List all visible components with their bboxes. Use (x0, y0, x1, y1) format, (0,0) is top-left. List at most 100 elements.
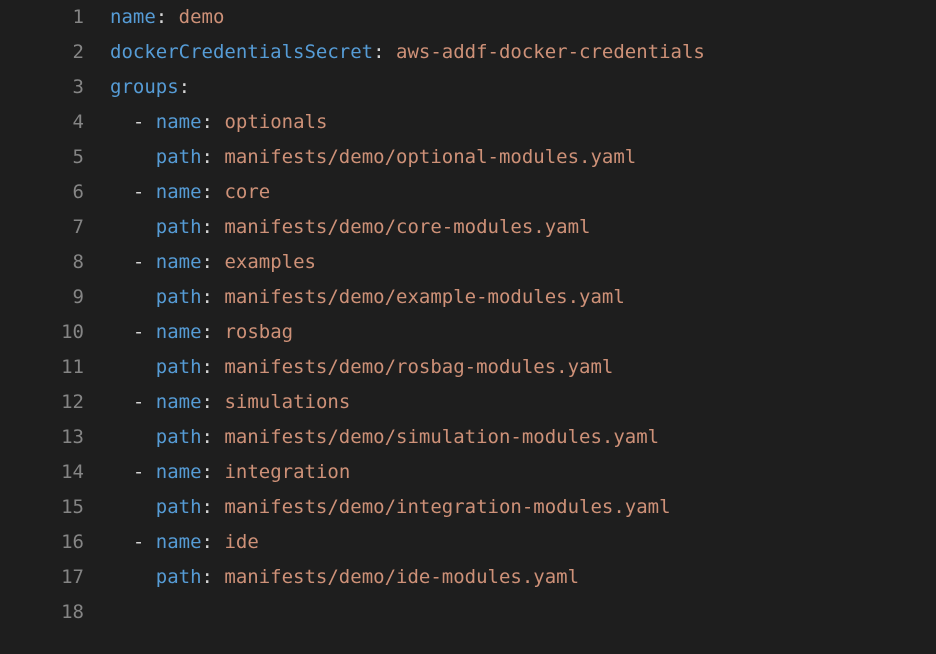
yaml-key: path (156, 216, 202, 238)
yaml-key: dockerCredentialsSecret (110, 41, 373, 63)
yaml-value: manifests/demo/integration-modules.yaml (224, 496, 670, 518)
colon: : (202, 251, 225, 273)
code-line[interactable]: - name: integration (110, 455, 936, 490)
line-number: 16 (0, 525, 84, 560)
indent-guide (110, 531, 133, 553)
indent-guide (110, 321, 133, 343)
indent-guide (110, 181, 133, 203)
line-number: 4 (0, 105, 84, 140)
indent-guide (110, 111, 133, 133)
code-line[interactable]: groups: (110, 70, 936, 105)
code-editor[interactable]: 1 2 3 4 5 6 7 8 9 10 11 12 13 14 15 16 1… (0, 0, 936, 654)
yaml-key: groups (110, 76, 179, 98)
line-number: 1 (0, 0, 84, 35)
line-number: 18 (0, 595, 84, 630)
colon: : (202, 356, 225, 378)
code-line[interactable]: - name: rosbag (110, 315, 936, 350)
yaml-dash: - (133, 391, 156, 413)
yaml-key: name (156, 461, 202, 483)
colon: : (202, 496, 225, 518)
yaml-key: path (156, 426, 202, 448)
indent-guide (110, 356, 156, 378)
colon: : (202, 146, 225, 168)
yaml-dash: - (133, 461, 156, 483)
code-line[interactable]: dockerCredentialsSecret: aws-addf-docker… (110, 35, 936, 70)
yaml-value: ide (224, 531, 258, 553)
colon: : (202, 321, 225, 343)
yaml-key: path (156, 356, 202, 378)
colon: : (373, 41, 396, 63)
yaml-value: manifests/demo/optional-modules.yaml (224, 146, 636, 168)
yaml-value: optionals (224, 111, 327, 133)
colon: : (202, 426, 225, 448)
yaml-value: manifests/demo/core-modules.yaml (224, 216, 590, 238)
yaml-value: demo (179, 6, 225, 28)
line-number: 13 (0, 420, 84, 455)
code-area[interactable]: name: demo dockerCredentialsSecret: aws-… (110, 0, 936, 654)
colon: : (156, 6, 179, 28)
line-number: 11 (0, 350, 84, 385)
yaml-key: name (156, 321, 202, 343)
line-number: 7 (0, 210, 84, 245)
line-number: 14 (0, 455, 84, 490)
colon: : (202, 286, 225, 308)
indent-guide (110, 146, 156, 168)
yaml-value: manifests/demo/example-modules.yaml (224, 286, 624, 308)
colon: : (202, 181, 225, 203)
indent-guide (110, 286, 156, 308)
indent-guide (110, 251, 133, 273)
code-line[interactable] (110, 595, 936, 630)
indent-guide (110, 566, 156, 588)
yaml-key: name (156, 531, 202, 553)
indent-guide (110, 496, 156, 518)
indent-guide (110, 461, 133, 483)
line-number: 9 (0, 280, 84, 315)
code-line[interactable]: path: manifests/demo/ide-modules.yaml (110, 560, 936, 595)
colon: : (202, 391, 225, 413)
code-line[interactable]: - name: ide (110, 525, 936, 560)
yaml-dash: - (133, 181, 156, 203)
code-line[interactable]: - name: core (110, 175, 936, 210)
yaml-value: integration (224, 461, 350, 483)
code-line[interactable]: path: manifests/demo/simulation-modules.… (110, 420, 936, 455)
yaml-key: name (156, 111, 202, 133)
yaml-dash: - (133, 111, 156, 133)
yaml-dash: - (133, 531, 156, 553)
colon: : (179, 76, 190, 98)
code-line[interactable]: - name: examples (110, 245, 936, 280)
colon: : (202, 461, 225, 483)
yaml-value: manifests/demo/simulation-modules.yaml (224, 426, 659, 448)
code-line[interactable]: path: manifests/demo/optional-modules.ya… (110, 140, 936, 175)
line-number: 2 (0, 35, 84, 70)
yaml-key: path (156, 146, 202, 168)
yaml-dash: - (133, 251, 156, 273)
yaml-value: aws-addf-docker-credentials (396, 41, 705, 63)
colon: : (202, 566, 225, 588)
yaml-value: examples (224, 251, 316, 273)
line-number-gutter: 1 2 3 4 5 6 7 8 9 10 11 12 13 14 15 16 1… (0, 0, 110, 654)
yaml-key: name (110, 6, 156, 28)
line-number: 6 (0, 175, 84, 210)
yaml-value: rosbag (224, 321, 293, 343)
code-line[interactable]: - name: optionals (110, 105, 936, 140)
yaml-value: simulations (224, 391, 350, 413)
code-line[interactable]: path: manifests/demo/integration-modules… (110, 490, 936, 525)
indent-guide (110, 216, 156, 238)
code-line[interactable]: path: manifests/demo/rosbag-modules.yaml (110, 350, 936, 385)
yaml-dash: - (133, 321, 156, 343)
colon: : (202, 531, 225, 553)
code-line[interactable]: path: manifests/demo/example-modules.yam… (110, 280, 936, 315)
yaml-value: core (224, 181, 270, 203)
line-number: 5 (0, 140, 84, 175)
colon: : (202, 111, 225, 133)
yaml-key: path (156, 566, 202, 588)
line-number: 10 (0, 315, 84, 350)
line-number: 12 (0, 385, 84, 420)
code-line[interactable]: - name: simulations (110, 385, 936, 420)
yaml-key: name (156, 251, 202, 273)
yaml-key: path (156, 496, 202, 518)
code-line[interactable]: name: demo (110, 0, 936, 35)
code-line[interactable]: path: manifests/demo/core-modules.yaml (110, 210, 936, 245)
colon: : (202, 216, 225, 238)
indent-guide (110, 426, 156, 448)
